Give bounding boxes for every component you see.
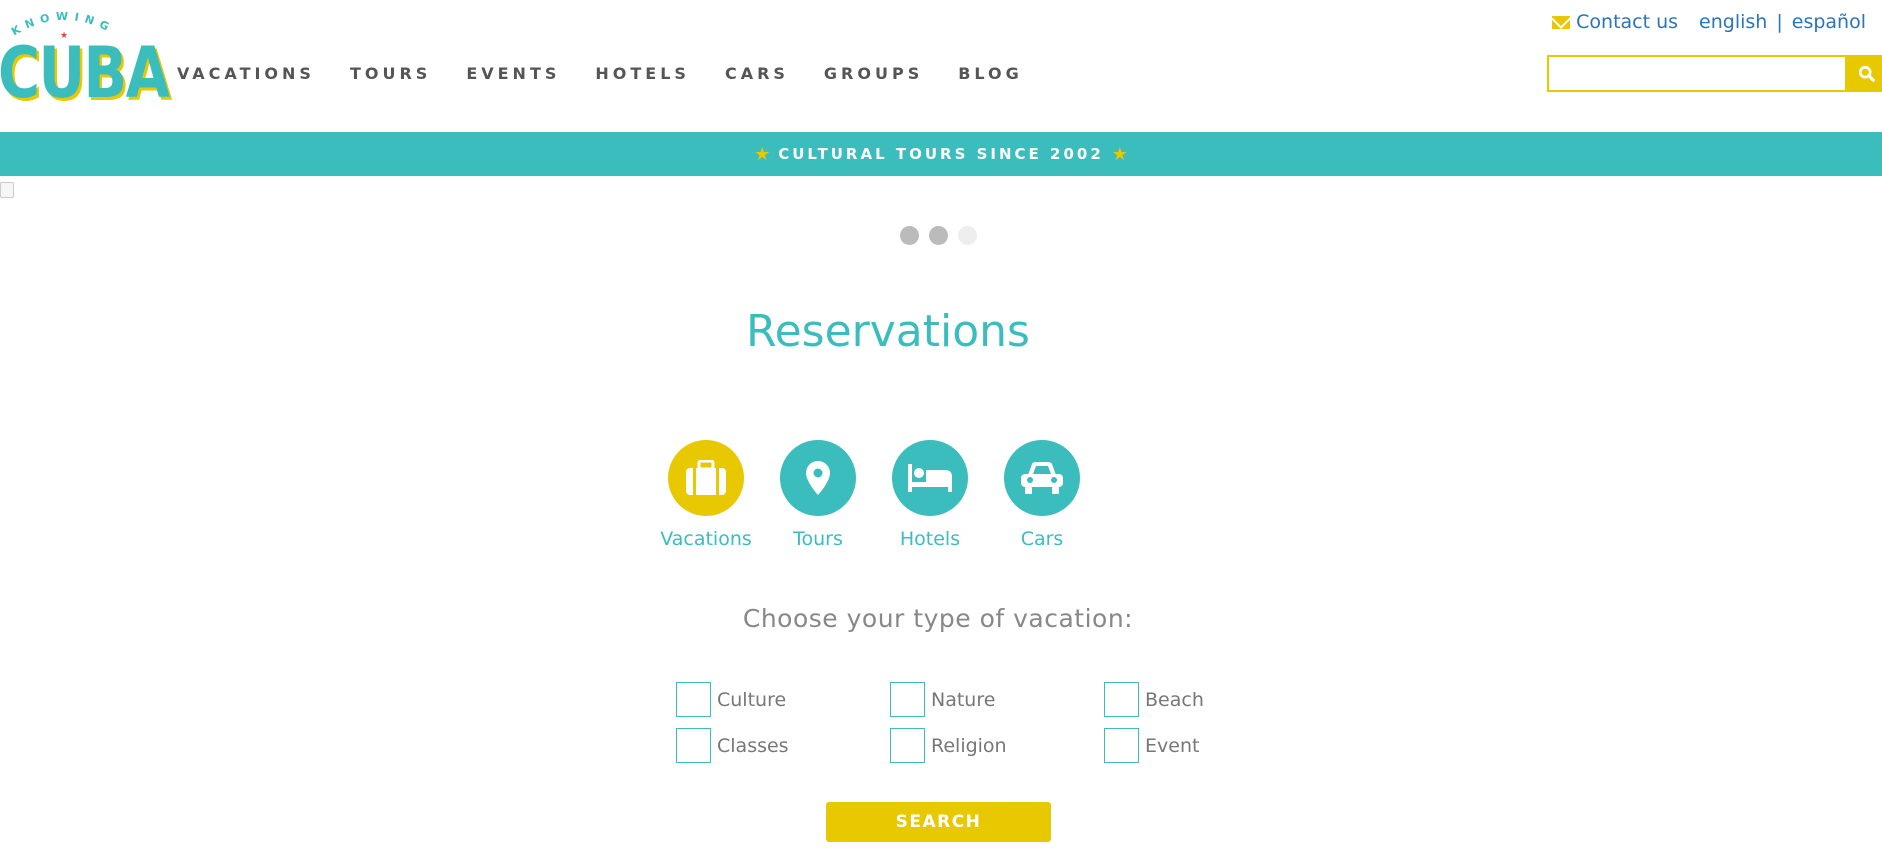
option-label: Culture [717,688,787,711]
option-label: Religion [931,734,1007,757]
nav-item-hotels[interactable]: HOTELS [595,64,690,83]
option-classes[interactable]: Classes [676,728,890,763]
search-input[interactable] [1547,55,1847,92]
car-icon [1021,462,1063,494]
option-culture[interactable]: Culture [676,682,890,717]
vacation-type-prompt: Choose your type of vacation: [742,604,1134,633]
reservation-type-icon-circle [892,440,968,516]
hero-image-placeholder [0,182,14,198]
carousel-indicators [900,226,987,245]
option-religion[interactable]: Religion [890,728,1104,763]
nav-item-blog[interactable]: BLOG [958,64,1023,83]
suitcase-icon [686,460,726,495]
nav-item-tours[interactable]: TOURS [350,64,431,83]
reservation-type-vacations[interactable]: Vacations [650,440,762,550]
option-label: Nature [931,688,996,711]
nav-item-cars[interactable]: CARS [725,64,789,83]
contact-link[interactable]: Contact us [1576,11,1678,33]
option-beach[interactable]: Beach [1104,682,1318,717]
carousel-dot-1[interactable] [900,226,919,245]
top-links: Contact us english | español [1552,11,1866,33]
carousel-dot-2[interactable] [929,226,948,245]
language-spanish-link[interactable]: español [1792,11,1866,33]
reservation-type-cars[interactable]: Cars [986,440,1098,550]
checkbox[interactable] [890,728,925,763]
option-label: Classes [717,734,789,757]
reservation-type-label: Tours [793,528,843,550]
nav-item-vacations[interactable]: VACATIONS [177,64,315,83]
checkbox[interactable] [890,682,925,717]
logo-main-text: CUBA [0,32,170,114]
envelope-icon [1552,15,1571,29]
tagline-banner: ★ CULTURAL TOURS SINCE 2002 ★ [0,132,1882,176]
main-nav: VACATIONS TOURS EVENTS HOTELS CARS GROUP… [177,64,1058,83]
site-header: KNOWING ★ CUBA VACATIONS TOURS EVENTS HO… [0,0,1882,132]
option-label: Event [1145,734,1200,757]
reservation-type-tours[interactable]: Tours [762,440,874,550]
bed-icon [908,464,952,492]
option-nature[interactable]: Nature [890,682,1104,717]
checkbox[interactable] [676,728,711,763]
nav-item-groups[interactable]: GROUPS [824,64,923,83]
option-event[interactable]: Event [1104,728,1318,763]
map-marker-icon [806,461,830,495]
reservation-type-label: Cars [1020,528,1064,550]
checkbox[interactable] [1104,682,1139,717]
reservation-search-button[interactable]: SEARCH [826,802,1051,842]
star-icon: ★ [1111,143,1128,164]
reservation-type-label: Hotels [899,528,961,550]
search-submit-button[interactable] [1847,55,1882,92]
reservation-type-tabs: Vacations Tours Hotels Cars [650,440,1098,550]
reservation-type-icon-circle [668,440,744,516]
reservation-type-label: Vacations [660,528,752,550]
banner-text: CULTURAL TOURS SINCE 2002 [778,145,1104,163]
page-title: Reservations [746,306,1030,357]
checkbox[interactable] [1104,728,1139,763]
star-icon: ★ [754,143,771,164]
vacation-type-options: Culture Nature Beach Classes Religion Ev… [676,682,1318,763]
search-icon [1858,65,1875,82]
option-label: Beach [1145,688,1204,711]
site-logo[interactable]: KNOWING ★ CUBA [0,8,170,108]
nav-item-events[interactable]: EVENTS [466,64,560,83]
checkbox[interactable] [676,682,711,717]
reservation-type-icon-circle [780,440,856,516]
carousel-dot-3[interactable] [958,226,977,245]
reservation-type-hotels[interactable]: Hotels [874,440,986,550]
language-separator: | [1776,11,1783,33]
language-english-link[interactable]: english [1699,11,1767,33]
reservation-type-icon-circle [1004,440,1080,516]
